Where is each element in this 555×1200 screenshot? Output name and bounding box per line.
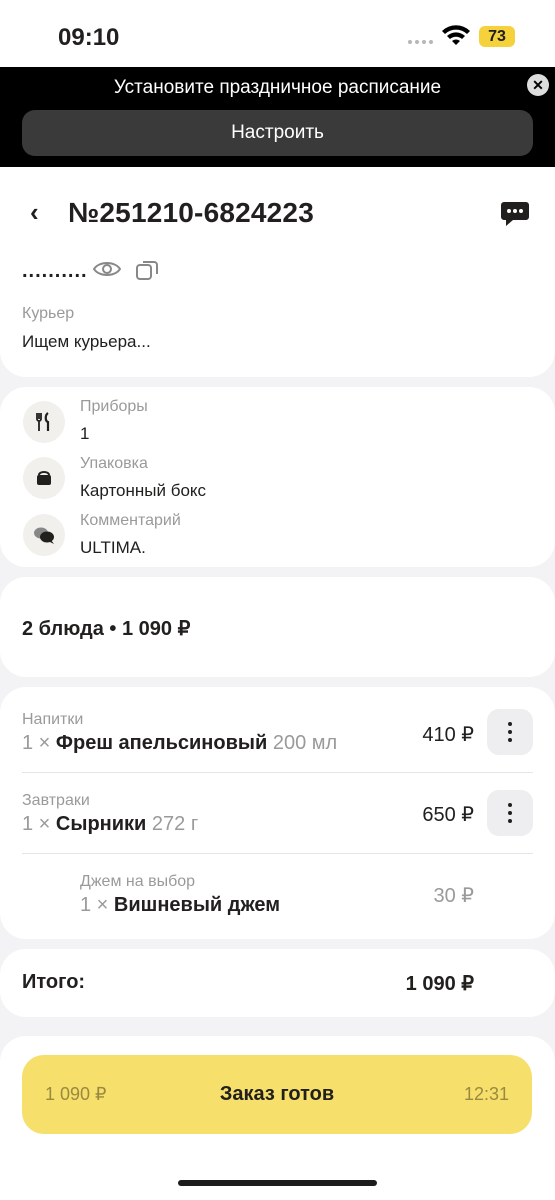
masked-value: ..........	[22, 260, 88, 282]
chevron-left-icon[interactable]: ‹	[30, 199, 48, 225]
cellular-signal-icon	[408, 40, 433, 44]
configure-button[interactable]: Настроить	[22, 110, 533, 156]
item-amount: 272 г	[151, 813, 199, 835]
total-card: Итого: 1 090 ₽	[0, 949, 555, 1017]
item-name: Фреш апельсиновый	[55, 732, 268, 754]
banner-text: Установите праздничное расписание	[113, 77, 442, 98]
list-item: 1 × Вишневый джем	[80, 894, 280, 917]
chat-icon[interactable]	[501, 200, 529, 226]
item-menu-button[interactable]	[487, 790, 533, 836]
detail-label: Упаковка	[80, 455, 148, 472]
detail-value: 1	[80, 424, 90, 443]
courier-card: .......... Курьер Ищем курьера...	[0, 258, 555, 377]
home-indicator	[178, 1180, 377, 1186]
order-items-card: Напитки 1 × Фреш апельсиновый 200 мл 410…	[0, 687, 555, 939]
item-price: 30 ₽	[433, 885, 474, 907]
item-qty: 1 ×	[22, 813, 51, 835]
item-category: Напитки	[22, 711, 84, 728]
item-price: 650 ₽	[422, 804, 474, 826]
item-menu-button[interactable]	[487, 709, 533, 755]
wifi-icon	[442, 25, 470, 45]
status-time: 09:10	[58, 24, 120, 51]
item-qty: 1 ×	[22, 732, 51, 754]
holiday-schedule-banner: Установите праздничное расписание Настро…	[0, 67, 555, 167]
total-label: Итого:	[22, 971, 86, 993]
package-icon	[23, 457, 65, 499]
ready-time: 12:31	[463, 1084, 509, 1104]
courier-label: Курьер	[22, 305, 75, 322]
item-amount: 200 мл	[272, 732, 338, 754]
cutlery-icon	[23, 401, 65, 443]
battery-indicator: 73	[479, 26, 515, 47]
close-icon[interactable]: ✕	[527, 74, 549, 96]
item-qty: 1 ×	[80, 894, 109, 916]
item-price: 410 ₽	[422, 724, 474, 746]
dishes-summary: 2 блюда • 1 090 ₽	[22, 618, 191, 640]
list-item: 1 × Фреш апельсиновый 200 мл	[22, 732, 337, 755]
detail-label: Комментарий	[80, 512, 181, 529]
item-category: Завтраки	[22, 792, 90, 809]
order-header: ‹ №251210-6824223	[0, 167, 555, 259]
copy-icon[interactable]	[136, 260, 158, 280]
item-category: Джем на выбор	[80, 873, 196, 890]
courier-status: Ищем курьера...	[22, 332, 151, 351]
order-summary-card: 2 блюда • 1 090 ₽	[0, 577, 555, 677]
divider	[22, 772, 533, 773]
list-item: 1 × Сырники 272 г	[22, 813, 198, 836]
detail-value: ULTIMA.	[80, 538, 146, 557]
divider	[22, 853, 533, 854]
ready-label: Заказ готов	[219, 1083, 335, 1105]
detail-label: Приборы	[80, 398, 148, 415]
order-details-card: Приборы 1 Упаковка Картонный бокс Коммен…	[0, 387, 555, 567]
page-title: №251210-6824223	[68, 197, 314, 228]
total-value: 1 090 ₽	[405, 973, 474, 995]
status-bar: 09:10 73	[0, 0, 555, 67]
comment-icon	[23, 514, 65, 556]
bottom-panel: 1 090 ₽ Заказ готов 12:31	[0, 1036, 555, 1200]
order-ready-button[interactable]: 1 090 ₽ Заказ готов 12:31	[22, 1055, 532, 1134]
eye-icon[interactable]	[93, 260, 121, 278]
item-name: Сырники	[55, 813, 147, 835]
detail-value: Картонный бокс	[80, 481, 207, 500]
item-name: Вишневый джем	[113, 894, 281, 916]
